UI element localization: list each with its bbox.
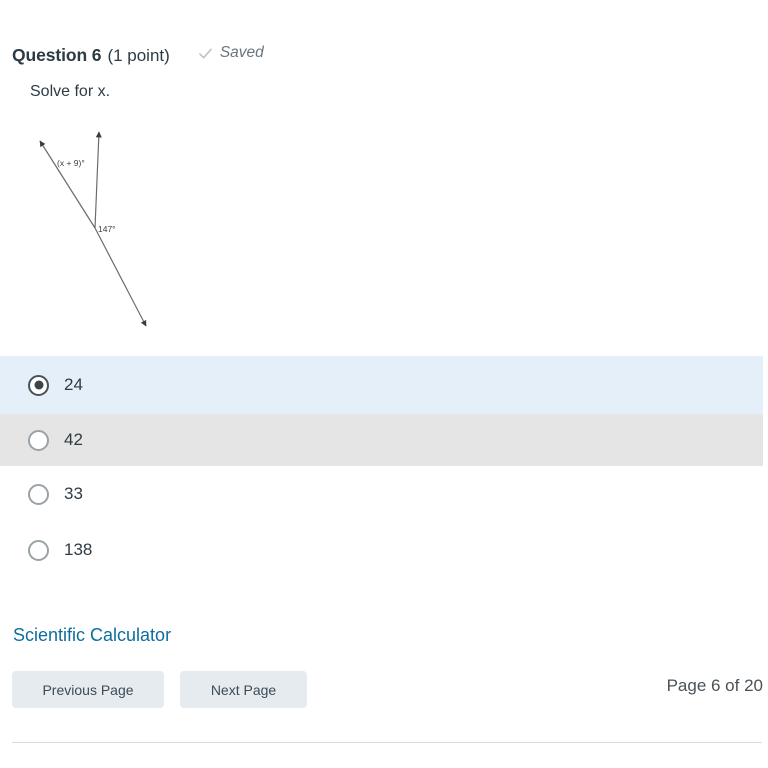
answer-option-label-1: 24 [64,375,83,394]
angle-diagram-svg: (x + 9)° 147° [39,131,147,327]
question-header: Question 6 (1 point) Saved [12,44,264,66]
previous-page-button[interactable]: Previous Page [12,671,164,708]
next-page-button[interactable]: Next Page [180,671,307,708]
ray-lower-right [94,227,147,327]
check-icon [198,46,213,61]
radio-button-3[interactable] [28,483,49,505]
radio-button-4[interactable] [28,539,49,561]
scientific-calculator-link[interactable]: Scientific Calculator [13,625,171,646]
answer-option-label-2: 42 [64,430,83,449]
answer-options: 24 42 33 138 [0,356,768,578]
radio-button-2[interactable] [28,429,49,451]
pagination-controls: Previous Page Next Page [12,671,307,708]
geometry-figure: (x + 9)° 147° [24,118,184,343]
answer-option-4[interactable]: 138 [0,522,768,578]
ray-upper-left [39,140,96,229]
ray-vertical-up [94,131,102,229]
answer-option-3[interactable]: 33 [0,466,768,522]
answer-option-1[interactable]: 24 [0,356,763,414]
page-indicator: Page 6 of 20 [666,676,763,695]
answer-option-label-4: 138 [64,540,93,559]
bottom-divider [12,742,762,743]
radio-button-1[interactable] [28,374,49,396]
question-prompt: Solve for x. [30,83,111,100]
question-title: Question 6 [12,44,102,65]
known-angle-label: 147° [98,224,116,234]
save-status: Saved [198,44,264,62]
answer-option-label-3: 33 [64,484,83,503]
question-points: (1 point) [107,45,170,65]
unknown-angle-label: (x + 9)° [57,158,85,168]
save-status-label: Saved [219,44,264,61]
answer-option-2[interactable]: 42 [0,414,763,466]
